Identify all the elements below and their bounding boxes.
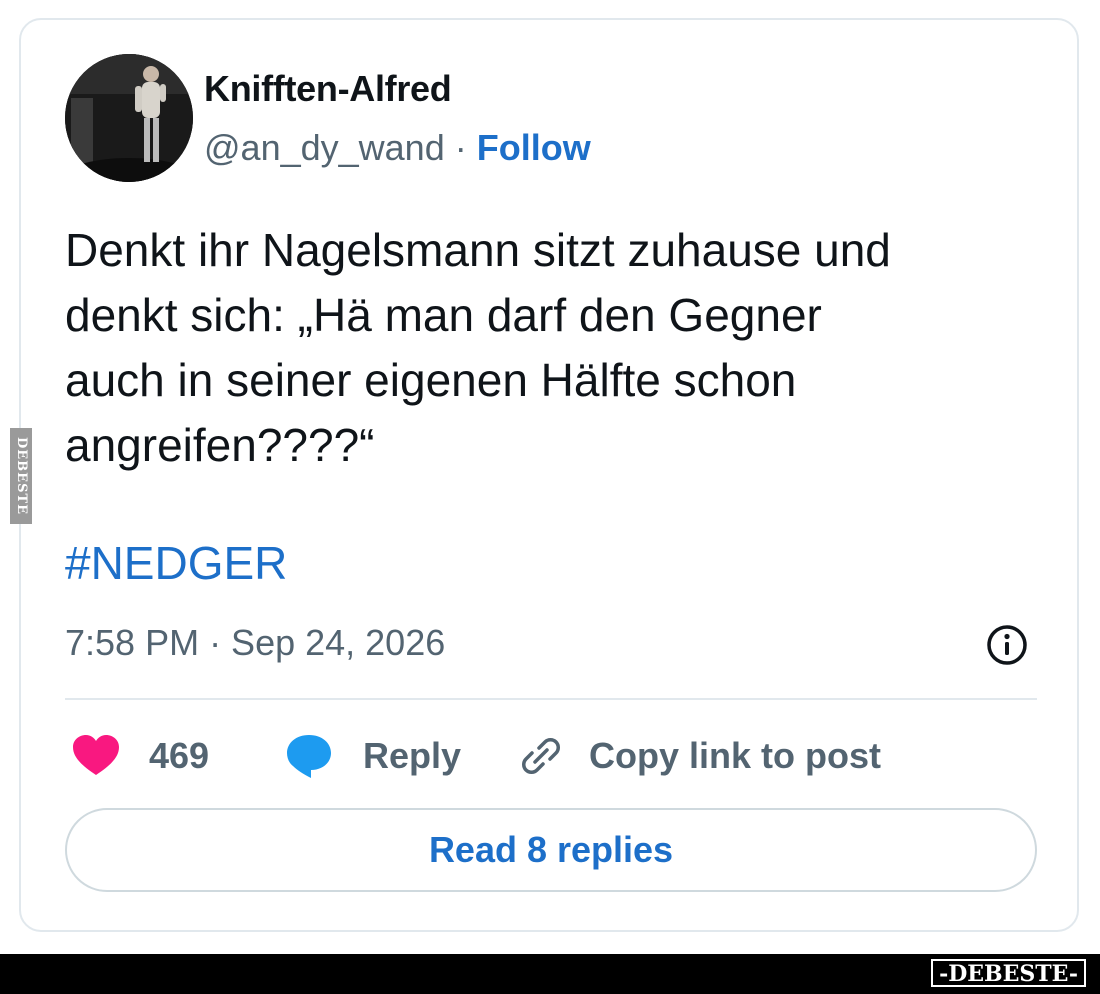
timestamp[interactable]: 7:58 PM · Sep 24, 2026 [65,622,445,664]
side-watermark: DEBESTE [10,428,32,524]
read-replies-button[interactable]: Read 8 replies [65,808,1037,892]
separator-dot: · [444,127,477,168]
divider [65,698,1037,700]
watermark-logo: -DEBESTE- [931,959,1086,987]
action-bar: 469 Reply Copy link to post [65,724,1037,788]
tweet-text-line: angreifen????“ [65,419,375,471]
tweet-card: Knifften-Alfred @an_dy_wand · Follow Den… [19,18,1079,932]
display-name[interactable]: Knifften-Alfred [204,68,452,110]
heart-icon [73,735,119,775]
link-icon [522,738,560,774]
handle[interactable]: @an_dy_wand [204,127,445,168]
hashtag-link[interactable]: #NEDGER [65,536,287,590]
reply-button[interactable]: Reply [285,724,461,788]
bottom-watermark-bar: -DEBESTE- [0,954,1100,994]
tweet-text: Denkt ihr Nagelsmann sitzt zuhause und de… [65,218,1045,478]
tweet-text-line: Denkt ihr Nagelsmann sitzt zuhause und [65,224,891,276]
tweet-text-line: auch in seiner eigenen Hälfte schon [65,354,797,406]
handle-row: @an_dy_wand · Follow [204,127,591,169]
copy-link-button[interactable]: Copy link to post [519,724,881,788]
follow-button[interactable]: Follow [477,127,591,168]
like-button[interactable]: 469 [71,724,209,788]
like-count: 469 [149,735,210,776]
tweet-text-line: denkt sich: „Hä man darf den Gegner [65,289,822,341]
copy-link-label: Copy link to post [589,735,881,776]
avatar[interactable] [65,54,193,182]
avatar-photo [65,54,193,182]
speech-bubble-icon [287,735,331,778]
reply-label: Reply [363,735,462,776]
info-icon[interactable] [985,623,1029,667]
